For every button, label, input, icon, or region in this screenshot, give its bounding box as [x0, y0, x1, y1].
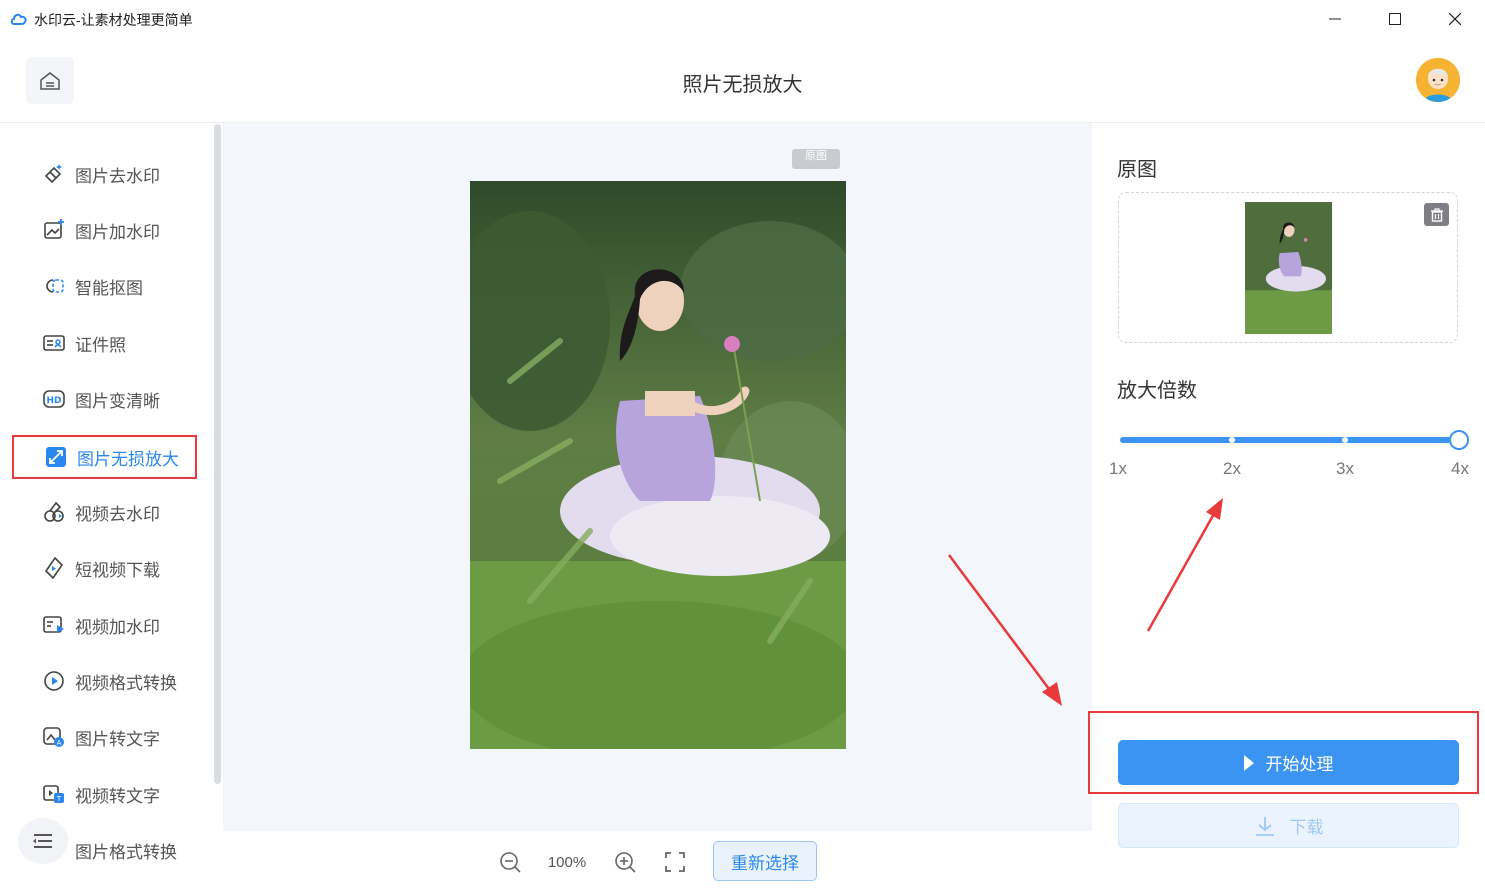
minimize-icon [1329, 18, 1341, 20]
svg-text:HD: HD [46, 396, 61, 406]
sidebar-item-remove-video-watermark[interactable]: 视频去水印 [12, 490, 197, 534]
close-icon [1449, 13, 1461, 25]
sidebar-item-label: 图片去水印 [75, 166, 160, 186]
sidebar-item-label: 智能抠图 [75, 278, 143, 298]
download-button[interactable]: 下载 [1118, 803, 1459, 848]
eraser-icon [41, 161, 67, 187]
original-thumbnail [1245, 202, 1332, 334]
window-title: 水印云-让素材处理更简单 [34, 12, 193, 28]
highlight-box [1088, 711, 1479, 794]
maximize-icon [1389, 13, 1401, 25]
minimize-button[interactable] [1305, 0, 1365, 38]
sidebar-item-label: 图片加水印 [75, 222, 160, 242]
avatar-icon [1416, 58, 1460, 102]
sidebar-item-label: 图片格式转换 [75, 842, 177, 862]
video-eraser-icon [41, 499, 67, 525]
sidebar-item-add-video-watermark[interactable]: 视频加水印 [12, 603, 197, 647]
sidebar-item-video-format-convert[interactable]: 视频格式转换 [12, 659, 197, 703]
sidebar-item-smart-cutout[interactable]: 智能抠图 [12, 264, 197, 308]
scale-slider-handle[interactable] [1449, 430, 1469, 450]
app-logo-icon [10, 13, 27, 25]
sidebar-item-video-to-text[interactable]: T 视频转文字 [12, 772, 197, 816]
cutout-icon [41, 273, 67, 299]
sidebar-item-label: 图片转文字 [75, 729, 160, 749]
zoom-level: 100% [547, 854, 587, 871]
sidebar-item-label: 短视频下载 [75, 560, 160, 580]
download-icon [1255, 816, 1274, 836]
collapse-menu-button[interactable] [18, 818, 68, 864]
sidebar-item-label: 图片无损放大 [77, 449, 179, 469]
scale-slider-track[interactable] [1120, 437, 1459, 443]
zoom-out-icon [500, 852, 521, 873]
zoom-in-icon [615, 852, 636, 873]
sidebar-item-image-sharpen[interactable]: HD 图片变清晰 [12, 377, 197, 421]
zoom-in-button[interactable] [612, 849, 638, 875]
maximize-button[interactable] [1365, 0, 1425, 38]
scale-tick-label[interactable]: 2x [1212, 459, 1252, 479]
scale-tick-label[interactable]: 4x [1440, 459, 1480, 479]
sidebar-item-label: 视频转文字 [75, 786, 160, 806]
video-text-icon: T [41, 781, 67, 807]
sidebar-item-image-to-text[interactable]: A 图片转文字 [12, 715, 197, 759]
sidebar-scrollbar[interactable] [214, 124, 221, 784]
sidebar-item-label: 视频加水印 [75, 617, 160, 637]
close-button[interactable] [1425, 0, 1485, 38]
sidebar-item-label: 视频去水印 [75, 504, 160, 524]
original-section-title: 原图 [1117, 159, 1157, 181]
sidebar-item-label: 证件照 [75, 335, 126, 355]
original-tag: 原图 [792, 149, 840, 169]
sidebar-item-short-video-download[interactable]: 短视频下载 [12, 546, 197, 590]
scale-tick-label[interactable]: 1x [1098, 459, 1138, 479]
image-ocr-icon: A [41, 724, 67, 750]
download-button-label: 下载 [1289, 818, 1324, 837]
scale-section-title: 放大倍数 [1117, 380, 1197, 402]
sidebar-item-add-image-watermark[interactable]: 图片加水印 [12, 208, 197, 252]
video-convert-icon [41, 668, 67, 694]
id-card-icon [41, 330, 67, 356]
preview-photo [470, 181, 846, 749]
menu-icon [33, 834, 52, 848]
hd-icon: HD [41, 386, 67, 412]
video-watermark-icon [41, 612, 67, 638]
slider-step-dot [1342, 437, 1348, 443]
sidebar-item-label: 视频格式转换 [75, 673, 177, 693]
fullscreen-icon [665, 852, 685, 872]
reselect-button[interactable]: 重新选择 [713, 841, 817, 881]
sidebar-item-id-photo[interactable]: 证件照 [12, 321, 197, 365]
sidebar-item-lossless-enlarge[interactable]: 图片无损放大 [12, 435, 197, 479]
slider-step-dot [1229, 437, 1235, 443]
enlarge-icon [43, 444, 69, 470]
zoom-out-button[interactable] [497, 849, 523, 875]
delete-image-button[interactable] [1424, 203, 1449, 226]
short-video-download-icon [41, 555, 67, 581]
scale-tick-label[interactable]: 3x [1325, 459, 1365, 479]
title-bar [0, 0, 1485, 38]
sidebar-item-label: 图片变清晰 [75, 391, 160, 411]
svg-text:T: T [56, 795, 62, 803]
sidebar-item-remove-image-watermark[interactable]: 图片去水印 [12, 152, 197, 196]
user-avatar[interactable] [1416, 58, 1460, 102]
fullscreen-button[interactable] [662, 849, 688, 875]
image-add-icon [41, 217, 67, 243]
bottom-toolbar [223, 831, 1092, 892]
page-title: 照片无损放大 [682, 74, 803, 96]
svg-text:A: A [57, 739, 62, 747]
trash-icon [1430, 207, 1443, 222]
